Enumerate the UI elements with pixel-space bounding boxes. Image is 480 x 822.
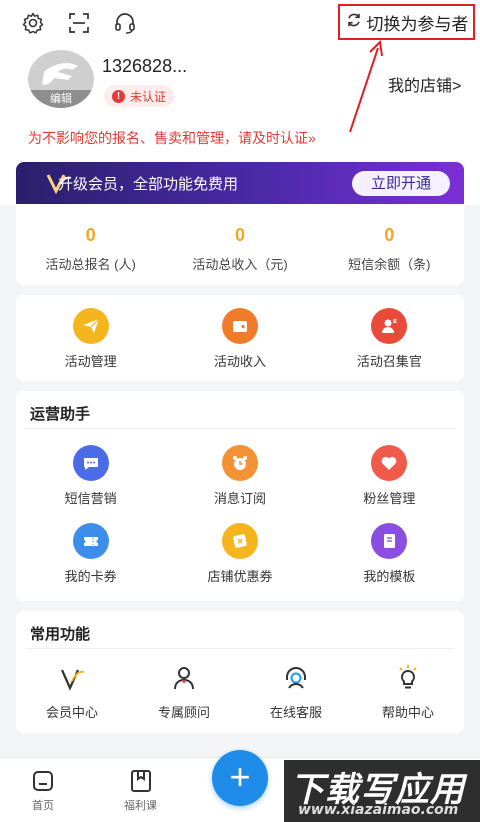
activity-management-button[interactable]: 活动管理 (16, 308, 165, 370)
stats-card: 0 活动总报名 (人) 0 活动总收入（元) 0 短信余额（条) (16, 205, 464, 285)
ticket-icon (72, 523, 109, 559)
chat-bubble-icon (72, 445, 109, 481)
vip-v-icon (16, 663, 128, 695)
stat-value: 0 (85, 225, 96, 245)
quick-actions-card: 活动管理 活动收入 活动召集官 (16, 295, 464, 381)
headset-icon[interactable] (112, 10, 138, 36)
vip-banner[interactable]: 升级会员，全部功能免费用 立即开通 (16, 162, 464, 204)
avatar[interactable]: 编辑 (28, 50, 94, 108)
quick-label: 活动收入 (213, 354, 266, 369)
stat-label: 活动总收入（元) (192, 257, 288, 272)
sms-marketing-button[interactable]: 短信营销 (16, 445, 165, 507)
stat-value: 0 (234, 225, 245, 245)
help-center-button[interactable]: 帮助中心 (352, 663, 464, 721)
tab-label: 首页 (32, 800, 54, 812)
gear-icon[interactable] (20, 10, 46, 36)
common-functions-card: 常用功能 会员中心 专属顾问 在线客服 帮助中心 (16, 611, 464, 733)
wallet-icon (221, 308, 258, 344)
my-cards-button[interactable]: 我的卡券 (16, 523, 165, 585)
annotation-arrow (349, 39, 383, 133)
operations-label: 店铺优惠券 (207, 569, 273, 584)
avatar-edit-label[interactable]: 编辑 (28, 90, 94, 108)
common-label: 在线客服 (269, 705, 322, 720)
message-subscription-button[interactable]: 消息订阅 (165, 445, 314, 507)
scan-icon[interactable] (66, 10, 92, 36)
stat-income[interactable]: 0 活动总收入（元) (165, 205, 314, 285)
tab-welfare[interactable]: 福利课 (124, 768, 157, 813)
user-phone: 1326828... (102, 56, 188, 76)
online-service-button[interactable]: 在线客服 (240, 663, 352, 721)
quick-label: 活动召集官 (356, 354, 422, 369)
home-icon (30, 768, 56, 797)
operations-label: 消息订阅 (213, 491, 266, 506)
watermark: 下载写应用 www.xiazaimao.com (284, 760, 480, 822)
stat-label: 活动总报名 (人) (45, 257, 136, 272)
create-button[interactable]: + (212, 750, 268, 806)
person-flag-icon (371, 308, 408, 344)
activity-recruiter-button[interactable]: 活动召集官 (315, 308, 464, 370)
headset-icon (240, 663, 352, 695)
common-label: 专属顾问 (157, 705, 210, 720)
person-icon (128, 663, 240, 695)
operations-card: 运营助手 短信营销 消息订阅 粉丝管理 我的卡券 店铺优惠券 我的模板 (16, 391, 464, 601)
common-label: 会员中心 (45, 705, 98, 720)
switch-role-button[interactable]: 切换为参与者 (338, 4, 475, 40)
common-label: 帮助中心 (381, 705, 434, 720)
bookmark-book-icon (124, 768, 157, 797)
my-templates-button[interactable]: 我的模板 (315, 523, 464, 585)
heart-icon (371, 445, 408, 481)
vip-v-icon (46, 172, 72, 198)
member-center-button[interactable]: 会员中心 (16, 663, 128, 721)
lightbulb-icon (352, 663, 464, 695)
auth-status-label: 未认证 (130, 89, 167, 104)
vip-open-button[interactable]: 立即开通 (352, 171, 450, 196)
watermark-url: www.xiazaimao.com (298, 802, 459, 818)
store-coupon-button[interactable]: 店铺优惠券 (165, 523, 314, 585)
status-badge[interactable]: ! 未认证 (104, 85, 175, 107)
activity-income-button[interactable]: 活动收入 (165, 308, 314, 370)
stat-label: 短信余额（条) (348, 257, 431, 272)
stat-registrations[interactable]: 0 活动总报名 (人) (16, 205, 165, 285)
top-toolbar (20, 10, 138, 36)
operations-label: 短信营销 (64, 491, 117, 506)
stat-sms-balance[interactable]: 0 短信余额（条) (315, 205, 464, 285)
fan-management-button[interactable]: 粉丝管理 (315, 445, 464, 507)
switch-role-label: 切换为参与者 (366, 14, 469, 34)
my-store-link[interactable]: 我的店铺> (388, 72, 461, 96)
clock-icon (221, 445, 258, 481)
auth-notice-link[interactable]: 为不影响您的报名、售卖和管理，请及时认证» (28, 128, 316, 148)
tab-home[interactable]: 首页 (30, 768, 56, 813)
warning-icon: ! (112, 89, 125, 103)
operations-title: 运营助手 (26, 391, 454, 429)
exclusive-advisor-button[interactable]: 专属顾问 (128, 663, 240, 721)
operations-label: 我的卡券 (64, 569, 117, 584)
paper-plane-icon (72, 308, 109, 344)
vip-text: 升级会员，全部功能免费用 (58, 175, 239, 193)
book-icon (371, 523, 408, 559)
common-title: 常用功能 (26, 611, 454, 649)
refresh-icon (345, 11, 363, 34)
tab-label: 福利课 (124, 800, 157, 812)
quick-label: 活动管理 (64, 354, 117, 369)
stat-value: 0 (384, 225, 395, 245)
coupon-icon (221, 523, 258, 559)
operations-label: 粉丝管理 (363, 491, 416, 506)
operations-label: 我的模板 (363, 569, 416, 584)
